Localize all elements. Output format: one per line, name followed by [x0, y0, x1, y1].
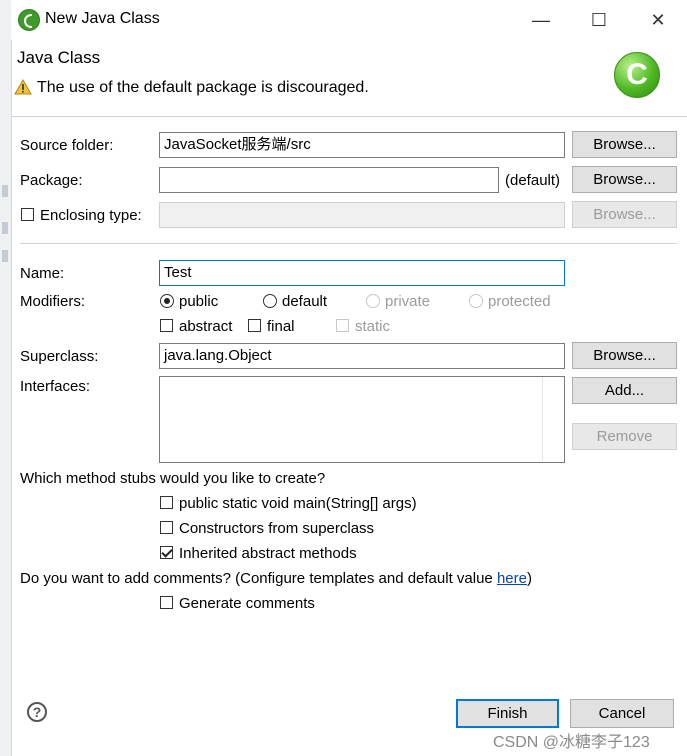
private-radio — [366, 294, 380, 308]
enclosing-type-checkbox[interactable] — [21, 208, 34, 221]
interfaces-list[interactable] — [159, 376, 565, 463]
interfaces-label: Interfaces: — [20, 378, 91, 395]
abstract-label: abstract — [179, 318, 233, 335]
eclipse-app-icon — [18, 9, 40, 31]
default-radio[interactable] — [263, 294, 277, 308]
enclosing-type-browse-button: Browse... — [572, 201, 677, 228]
window-title: New Java Class — [45, 10, 160, 27]
background-marker — [2, 185, 8, 197]
enclosing-type-label: Enclosing type: — [40, 207, 142, 224]
configure-templates-link[interactable]: here — [497, 570, 527, 587]
generate-comments-checkbox[interactable] — [160, 596, 173, 609]
source-folder-label: Source folder: — [20, 137, 114, 154]
generate-comments-label: Generate comments — [179, 595, 315, 612]
close-button[interactable]: ✕ — [638, 6, 678, 34]
method-stubs-question: Which method stubs would you like to cre… — [20, 470, 326, 487]
comments-question-close: ) — [526, 570, 532, 587]
source-folder-browse-button[interactable]: Browse... — [572, 131, 677, 158]
constructors-label: Constructors from superclass — [179, 520, 375, 537]
enclosing-type-input — [159, 202, 565, 228]
protected-radio — [469, 294, 483, 308]
abstract-checkbox[interactable] — [160, 319, 173, 332]
superclass-label: Superclass: — [20, 348, 99, 365]
inherited-abstract-methods-checkbox[interactable] — [160, 546, 173, 559]
private-label: private — [385, 293, 431, 310]
finish-button[interactable]: Finish — [456, 699, 559, 728]
csdn-watermark: CSDN @冰糖李子123 — [493, 734, 650, 751]
final-checkbox[interactable] — [248, 319, 261, 332]
main-method-checkbox[interactable] — [160, 496, 173, 509]
maximize-button[interactable]: ☐ — [579, 6, 619, 34]
warning-message: The use of the default package is discou… — [37, 79, 369, 96]
interfaces-list-scrollbar[interactable] — [542, 377, 565, 461]
form-divider — [20, 243, 677, 244]
superclass-browse-button[interactable]: Browse... — [572, 342, 677, 369]
public-label: public — [179, 293, 219, 310]
warning-icon — [14, 79, 32, 95]
default-label: default — [282, 293, 328, 310]
help-icon[interactable]: ? — [27, 702, 47, 722]
package-browse-button[interactable]: Browse... — [572, 166, 677, 193]
background-marker — [2, 222, 8, 234]
background-marker — [2, 250, 8, 262]
superclass-input[interactable]: java.lang.Object — [159, 343, 565, 369]
main-method-label: public static void main(String[] args) — [179, 495, 417, 512]
name-input[interactable]: Test — [159, 260, 565, 286]
static-checkbox — [336, 319, 349, 332]
comments-question-text: Do you want to add comments? (Configure … — [20, 570, 493, 587]
comments-question: Do you want to add comments? (Configure … — [20, 570, 532, 587]
header-divider — [11, 116, 687, 117]
background-window-edge — [0, 0, 12, 756]
final-label: final — [267, 318, 295, 335]
add-interface-button[interactable]: Add... — [572, 377, 677, 404]
name-label: Name: — [20, 265, 65, 282]
wizard-page-title: Java Class — [17, 48, 101, 67]
modifiers-label: Modifiers: — [20, 293, 86, 310]
package-input[interactable] — [159, 167, 499, 193]
public-radio[interactable] — [160, 294, 174, 308]
static-label: static — [355, 318, 391, 335]
cancel-button[interactable]: Cancel — [570, 699, 674, 728]
protected-label: protected — [488, 293, 551, 310]
package-label: Package: — [20, 172, 83, 189]
remove-interface-button: Remove — [572, 423, 677, 450]
package-default-label: (default) — [505, 172, 561, 189]
constructors-checkbox[interactable] — [160, 521, 173, 534]
java-class-badge-icon: C — [614, 52, 660, 98]
inherited-abstract-methods-label: Inherited abstract methods — [179, 545, 357, 562]
source-folder-input[interactable]: JavaSocket服务端/src — [159, 132, 565, 158]
minimize-button[interactable]: — — [521, 6, 561, 34]
